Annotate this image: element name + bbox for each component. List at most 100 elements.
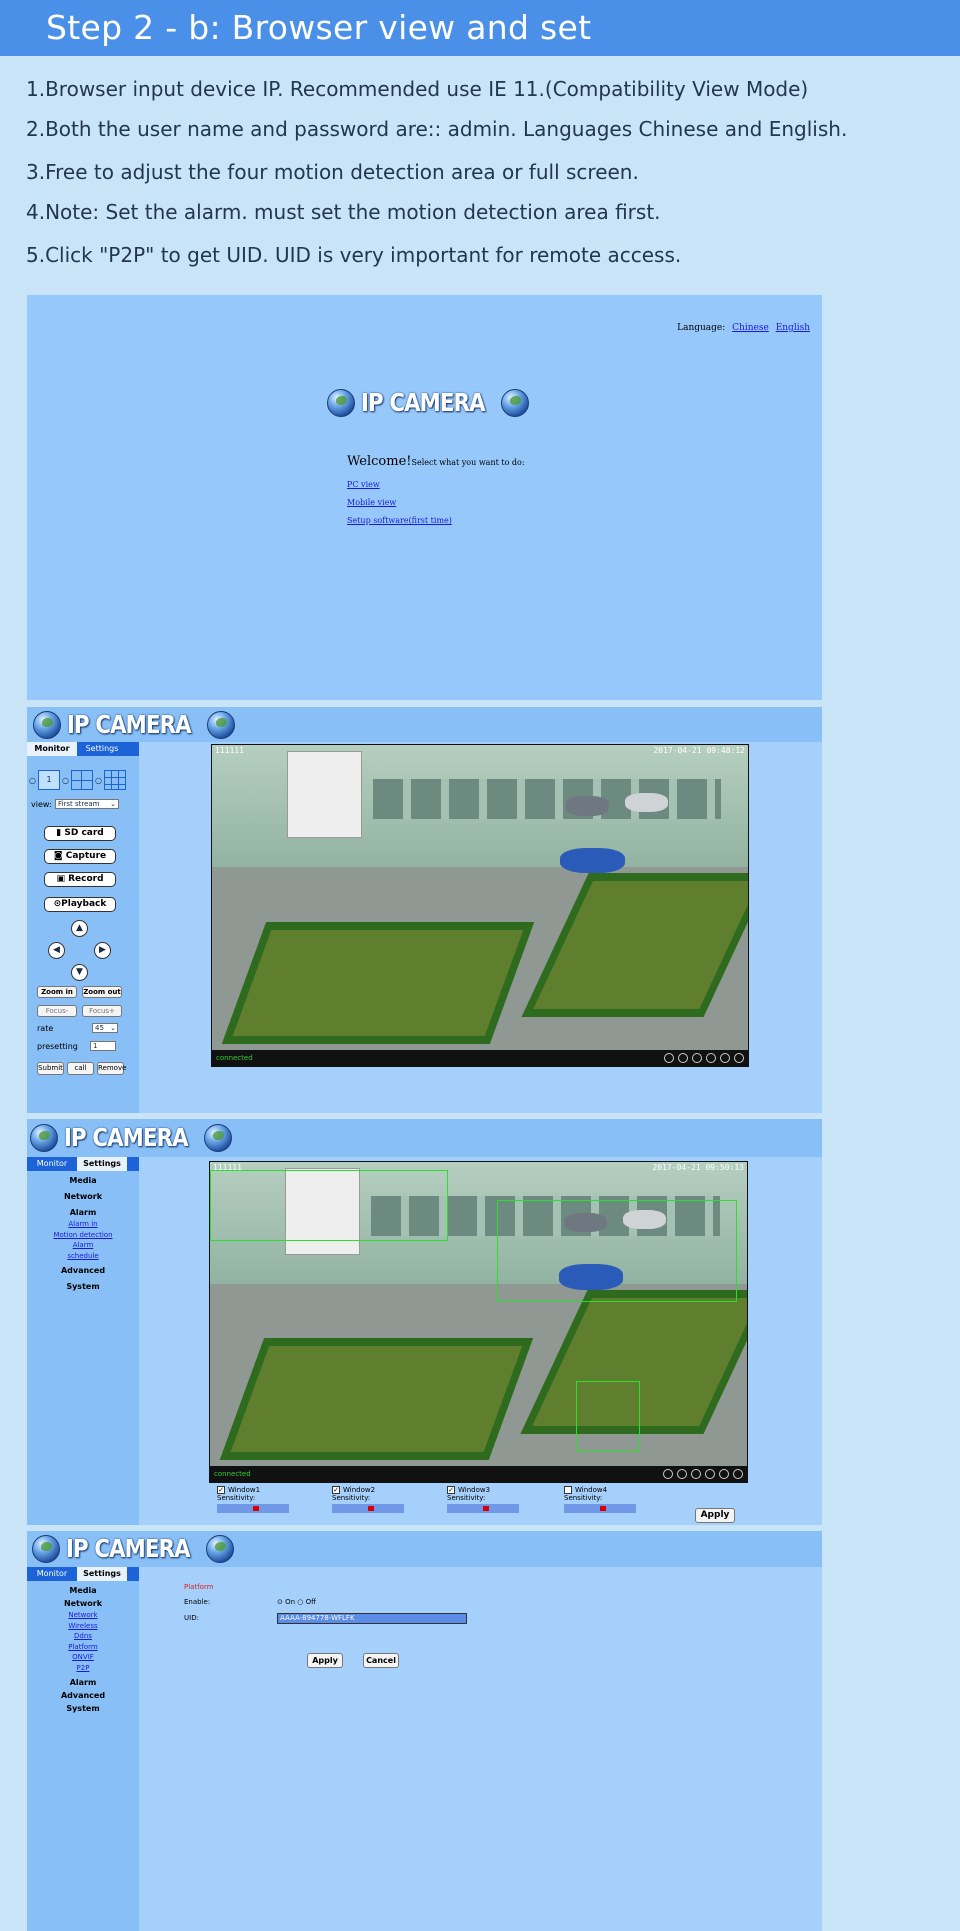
menu-p2p[interactable]: P2P — [27, 1663, 139, 1674]
language-english-link[interactable]: English — [776, 323, 810, 333]
menu-alarm-in[interactable]: Alarm in — [27, 1219, 139, 1230]
motion-zone-2[interactable] — [497, 1200, 737, 1302]
remove-button[interactable]: Remove — [97, 1062, 126, 1075]
motion-zone-3[interactable] — [576, 1381, 640, 1451]
stop-icon[interactable] — [663, 1469, 673, 1479]
audio-icon[interactable] — [706, 1053, 716, 1063]
tab-settings[interactable]: Settings — [77, 1157, 127, 1171]
menu-alarm-schedule[interactable]: Alarm — [27, 1240, 139, 1251]
snapshot-icon[interactable] — [692, 1053, 702, 1063]
stop-icon[interactable] — [664, 1053, 674, 1063]
tab-monitor[interactable]: Monitor — [27, 742, 77, 756]
split-9[interactable] — [103, 770, 126, 790]
sd-card-button[interactable]: ▮ SD card — [44, 826, 116, 841]
enable-radio-group: ⊙ On ○ Off — [277, 1598, 316, 1606]
menu-media[interactable]: Media — [27, 1174, 139, 1187]
window2-sensitivity-slider[interactable] — [332, 1504, 404, 1513]
record-icon[interactable] — [678, 1053, 688, 1063]
record-icon[interactable] — [677, 1469, 687, 1479]
tab-settings[interactable]: Settings — [77, 1567, 127, 1581]
tab-settings[interactable]: Settings — [77, 742, 127, 756]
enable-on-radio[interactable]: ⊙ — [277, 1598, 285, 1606]
split-4[interactable] — [70, 770, 93, 790]
window2-checkbox[interactable]: ✓ — [332, 1486, 340, 1494]
setup-software-link[interactable]: Setup software(first time) — [347, 516, 452, 525]
window4-checkbox[interactable] — [564, 1486, 572, 1494]
welcome-screenshot: Language: Chinese English IP CAMERA Welc… — [27, 295, 822, 700]
menu-motion-detection[interactable]: Motion detection — [27, 1230, 139, 1241]
menu-platform[interactable]: Platform — [27, 1642, 139, 1653]
audio-icon[interactable] — [705, 1469, 715, 1479]
cancel-button[interactable]: Cancel — [363, 1653, 399, 1668]
ptz-right-button[interactable]: ▶ — [94, 942, 111, 959]
apply-button[interactable]: Apply — [307, 1653, 343, 1668]
call-button[interactable]: call — [67, 1062, 94, 1075]
ptz-left-button[interactable]: ◀ — [48, 942, 65, 959]
fullscreen-icon[interactable] — [733, 1469, 743, 1479]
window3-sensitivity-slider[interactable] — [447, 1504, 519, 1513]
menu-network-sub[interactable]: Network — [27, 1610, 139, 1621]
monitor-screenshot: IP CAMERA Monitor Settings ○ 1 ○ ○ view: … — [27, 707, 822, 1113]
step-1: 1.Browser input device IP. Recommended u… — [26, 77, 809, 101]
sensitivity-label: Sensitivity: — [217, 1494, 256, 1502]
record-button[interactable]: ▣ Record — [44, 872, 116, 887]
rate-select[interactable]: 45 ⌄ — [92, 1023, 118, 1033]
section-title: Platform — [184, 1583, 214, 1591]
menu-wireless[interactable]: Wireless — [27, 1621, 139, 1632]
zoom-out-button[interactable]: Zoom out — [82, 986, 122, 998]
window1-checkbox[interactable]: ✓ — [217, 1486, 225, 1494]
mic-icon[interactable] — [720, 1053, 730, 1063]
stream-select[interactable]: First stream ⌄ — [55, 799, 119, 809]
mic-icon[interactable] — [719, 1469, 729, 1479]
menu-advanced[interactable]: Advanced — [27, 1264, 139, 1277]
menu-network[interactable]: Network — [27, 1597, 139, 1610]
sensitivity-label: Sensitivity: — [332, 1494, 371, 1502]
menu-alarm-schedule-2[interactable]: schedule — [27, 1251, 139, 1262]
menu-system[interactable]: System — [27, 1702, 139, 1715]
ip-camera-logo: IP CAMERA — [327, 388, 529, 417]
globe-icon — [206, 710, 235, 739]
globe-icon — [32, 1534, 60, 1563]
uid-field[interactable]: AAAA-894778-WFLFK — [277, 1613, 467, 1624]
submit-button[interactable]: Submit — [37, 1062, 64, 1075]
enable-off-radio[interactable]: ○ — [297, 1598, 305, 1606]
tab-monitor[interactable]: Monitor — [27, 1157, 77, 1171]
window4-sensitivity-slider[interactable] — [564, 1504, 636, 1513]
monitor-sidebar: Monitor Settings ○ 1 ○ ○ view: First stre… — [27, 742, 139, 1113]
window3-checkbox[interactable]: ✓ — [447, 1486, 455, 1494]
menu-advanced[interactable]: Advanced — [27, 1689, 139, 1702]
zoom-in-button[interactable]: Zoom in — [37, 986, 77, 998]
split-1[interactable]: 1 — [37, 770, 60, 790]
menu-alarm[interactable]: Alarm — [27, 1676, 139, 1689]
logo-text: IP CAMERA — [64, 1123, 189, 1152]
split-selector[interactable]: ○ 1 ○ ○ — [29, 770, 126, 790]
snapshot-icon[interactable] — [691, 1469, 701, 1479]
pc-view-link[interactable]: PC view — [347, 480, 452, 489]
language-chinese-link[interactable]: Chinese — [732, 323, 769, 333]
fullscreen-icon[interactable] — [734, 1053, 744, 1063]
menu-network[interactable]: Network — [27, 1190, 139, 1203]
menu-alarm[interactable]: Alarm — [27, 1206, 139, 1219]
enable-off-label: Off — [305, 1598, 316, 1606]
motion-video[interactable]: 111111 2017-04-21 09:50:13 connected — [209, 1161, 748, 1483]
menu-onvif[interactable]: ONVIF — [27, 1652, 139, 1663]
settings-sidebar: Monitor Settings Media Network Network W… — [27, 1567, 139, 1931]
focus-plus-button[interactable]: Focus+ — [82, 1005, 122, 1017]
live-video[interactable]: 111111 2017-04-21 09:48:12 connected — [211, 744, 749, 1067]
ptz-down-button[interactable]: ▼ — [71, 964, 88, 981]
ptz-up-button[interactable]: ▲ — [71, 920, 88, 937]
playback-button[interactable]: ⊙Playback — [44, 897, 116, 912]
focus-minus-button[interactable]: Focus- — [37, 1005, 77, 1017]
menu-system[interactable]: System — [27, 1280, 139, 1293]
mobile-view-link[interactable]: Mobile view — [347, 498, 452, 507]
view-links: PC view Mobile view Setup software(first… — [347, 480, 452, 534]
presetting-input[interactable]: 1 — [90, 1041, 116, 1051]
motion-zone-1[interactable] — [210, 1170, 448, 1241]
capture-button[interactable]: ◙ Capture — [44, 849, 116, 864]
menu-media[interactable]: Media — [27, 1584, 139, 1597]
camera-topbar: IP CAMERA — [27, 707, 822, 742]
apply-button[interactable]: Apply — [695, 1508, 735, 1523]
tab-monitor[interactable]: Monitor — [27, 1567, 77, 1581]
menu-ddns[interactable]: Ddns — [27, 1631, 139, 1642]
window1-sensitivity-slider[interactable] — [217, 1504, 289, 1513]
